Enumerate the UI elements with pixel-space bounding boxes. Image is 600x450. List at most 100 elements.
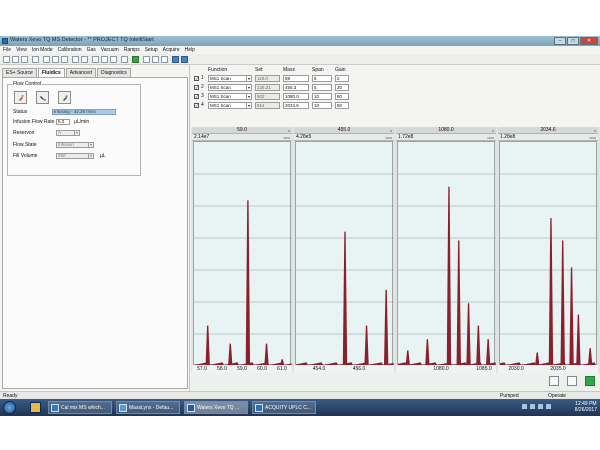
span-input[interactable]: 10 — [312, 93, 332, 100]
clock[interactable]: 12:49 PM 8/26/2017 — [575, 401, 597, 413]
paste-icon[interactable] — [61, 56, 68, 63]
new-file-icon[interactable] — [3, 56, 10, 63]
menu-ramps[interactable]: Ramps — [124, 46, 140, 54]
menu-setup[interactable]: Setup — [145, 46, 158, 54]
span-input[interactable]: 5 — [312, 84, 332, 91]
gain-input[interactable]: 2 — [335, 75, 349, 82]
redo-icon[interactable] — [81, 56, 88, 63]
flow-state-value: Infusion — [58, 142, 74, 147]
task-masslynx[interactable]: MassLynx - Defau... — [116, 401, 180, 414]
span-input[interactable]: 5 — [312, 75, 332, 82]
toolbar — [0, 54, 600, 65]
minimize-button[interactable]: – — [554, 37, 566, 45]
tray-icon[interactable] — [522, 404, 527, 409]
print-icon[interactable] — [32, 56, 39, 63]
span-input[interactable]: 10 — [312, 102, 332, 109]
undo-icon[interactable] — [72, 56, 79, 63]
gain-input[interactable]: 20 — [335, 84, 349, 91]
menu-file[interactable]: File — [3, 46, 11, 54]
fit-icon[interactable] — [101, 56, 108, 63]
zoom-icon[interactable] — [92, 56, 99, 63]
gain-input[interactable]: 80 — [335, 93, 349, 100]
panel-center-mass: 2034.6 — [540, 127, 556, 133]
operate-indicator-icon[interactable] — [585, 376, 595, 386]
function-number: 2 — [201, 84, 204, 90]
stop-flow-button[interactable] — [58, 91, 71, 104]
graph-icon[interactable] — [121, 56, 128, 63]
stop-icon[interactable] — [143, 56, 150, 63]
options-icon[interactable]: ooo — [589, 135, 596, 140]
gain-input[interactable]: 80 — [335, 102, 349, 109]
tab-es-source[interactable]: ES+ Source — [2, 68, 37, 77]
infusion-flow-rate-input[interactable]: 5.0 — [56, 119, 70, 125]
left-panel: ES+ Source Fluidics Advanced Diagnostics… — [0, 65, 190, 391]
spectrum-plot-1[interactable] — [193, 141, 292, 366]
play-icon[interactable] — [132, 56, 139, 63]
close-icon[interactable]: x — [390, 128, 392, 133]
menu-ion-mode[interactable]: Ion Mode — [32, 46, 53, 54]
set-value: 136.21 — [255, 84, 280, 91]
spectrum-peak — [576, 314, 581, 366]
maximize-button[interactable]: □ — [567, 37, 579, 45]
menu-help[interactable]: Help — [185, 46, 195, 54]
menu-calibration[interactable]: Calibration — [58, 46, 82, 54]
menu-view[interactable]: View — [16, 46, 27, 54]
spectrum-plot-2[interactable] — [295, 141, 394, 366]
open-file-icon[interactable] — [12, 56, 19, 63]
options-icon[interactable]: ooo — [385, 135, 392, 140]
spectra-area: 59.0 x 2.14e7 ooo 57.0 58.0 59.0 60.0 61.0… — [191, 127, 600, 373]
close-icon[interactable]: x — [594, 128, 596, 133]
fill-volume-select[interactable]: 250 ▾ — [56, 153, 94, 159]
save-icon[interactable] — [21, 56, 28, 63]
function-4-checkbox[interactable]: ✓ — [194, 103, 199, 108]
layout-icon[interactable] — [161, 56, 168, 63]
flow-state-select[interactable]: Infusion ▾ — [56, 142, 94, 148]
spectrum-panel-4: 2034.6 x 1.28e8 ooo 2030.0 2035.0 — [498, 127, 598, 373]
menu-vacuum[interactable]: Vacuum — [101, 46, 119, 54]
copy-icon[interactable] — [52, 56, 59, 63]
tab-fluidics[interactable]: Fluidics — [37, 68, 65, 77]
peak-icon[interactable] — [110, 56, 117, 63]
spectrum-plot-4[interactable] — [499, 141, 598, 366]
task-acquity[interactable]: ACQUITY UPLC C... — [252, 401, 316, 414]
close-icon[interactable]: x — [492, 128, 494, 133]
start-infusion-button[interactable] — [36, 91, 49, 104]
menu-gas[interactable]: Gas — [87, 46, 96, 54]
start-button[interactable] — [3, 401, 16, 414]
function-number: 4 — [201, 102, 204, 108]
close-button[interactable]: ✕ — [580, 37, 598, 45]
mass-input[interactable]: 2034.6 — [283, 102, 309, 109]
spectrum-plot-3[interactable] — [397, 141, 496, 366]
function-select[interactable]: MS1 Scan ▾ — [208, 102, 252, 109]
tab-diagnostics[interactable]: Diagnostics — [96, 68, 131, 77]
menu-acquire[interactable]: Acquire — [163, 46, 180, 54]
close-icon[interactable]: x — [288, 128, 290, 133]
network-icon[interactable] — [538, 404, 543, 409]
task-waters-xevo[interactable]: Waters Xevo TQ ... — [184, 401, 248, 414]
tune-icon[interactable] — [152, 56, 159, 63]
mass-input[interactable]: 1080.0 — [283, 93, 309, 100]
volume-icon[interactable] — [546, 404, 551, 409]
mass-input[interactable]: 455.3 — [283, 84, 309, 91]
function-2-checkbox[interactable]: ✓ — [194, 85, 199, 90]
function-select[interactable]: MS1 Scan ▾ — [208, 93, 252, 100]
blue-view-icon-2[interactable] — [181, 56, 188, 63]
function-1-checkbox[interactable]: ✓ — [194, 76, 199, 81]
camera-icon[interactable] — [567, 376, 577, 386]
function-select[interactable]: MS1 Scan ▾ — [208, 84, 252, 91]
fill-syringe-button[interactable] — [14, 91, 27, 104]
explorer-icon[interactable] — [30, 402, 41, 413]
view-toggle-icon[interactable] — [549, 376, 559, 386]
spectrum-peak — [535, 352, 540, 366]
options-icon[interactable]: ooo — [283, 135, 290, 140]
tab-advanced[interactable]: Advanced — [65, 68, 96, 77]
mass-input[interactable]: 59 — [283, 75, 309, 82]
blue-view-icon-1[interactable] — [172, 56, 179, 63]
reservoir-select[interactable]: A ▾ — [56, 130, 80, 136]
task-cal-mix[interactable]: Cal mix MS which... — [48, 401, 112, 414]
function-3-checkbox[interactable]: ✓ — [194, 94, 199, 99]
tray-icon[interactable] — [530, 404, 535, 409]
options-icon[interactable]: ooo — [487, 135, 494, 140]
function-select[interactable]: MS1 Scan ▾ — [208, 75, 252, 82]
cut-icon[interactable] — [43, 56, 50, 63]
